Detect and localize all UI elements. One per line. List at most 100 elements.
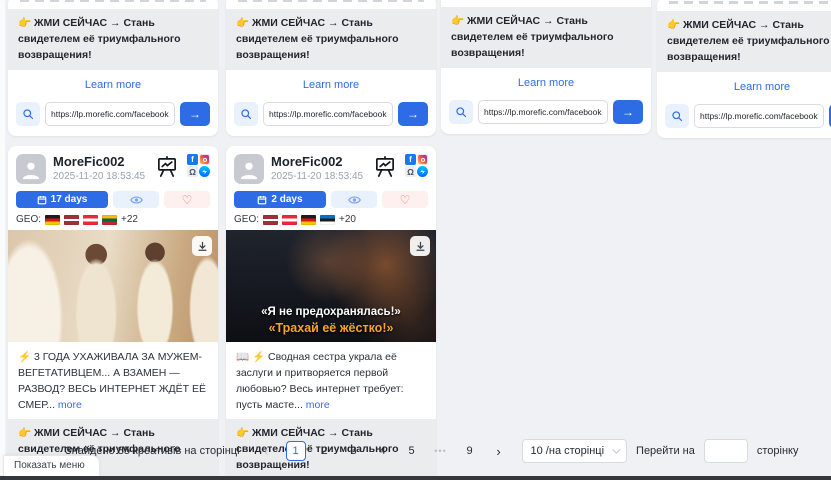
geo-label: GEO: [234,214,259,225]
column-4: 👉 ЖМИ СЕЙЧАС → Стань свидетелем её триум… [657,0,831,138]
landing-url-input[interactable] [45,102,175,126]
creative-card-partial: 👉 ЖМИ СЕЙЧАС → Стань свидетелем её триум… [657,0,831,138]
search-icon[interactable] [665,104,689,128]
column-3: ИНТЕРНЕТ ЖДЁТ ЕЁ СМЕР... more 👉 ЖМИ СЕЙЧ… [441,0,651,134]
geo-label: GEO: [16,214,41,225]
header-icons: f Ω [155,154,210,183]
search-icon[interactable] [234,102,258,126]
goto-page-input[interactable] [704,439,748,463]
page-button-9[interactable]: 9 [460,441,480,461]
flag-lithuania-icon [102,215,117,225]
creative-card: MoreFic002 2025-11-20 18:53:45 f Ω 17 da… [8,146,218,480]
days-running-button[interactable]: 2 days [234,191,326,208]
favorite-heart-button[interactable]: ♡ [382,191,428,208]
flag-austria-icon [83,215,98,225]
favorite-heart-button[interactable]: ♡ [164,191,210,208]
bottom-window-edge [0,476,831,480]
cut-text-remnant [669,1,831,4]
platform-icons: f Ω [187,154,210,177]
ad-body-text: ⚡ 3 ГОДА УХАЖИВАЛА ЗА МУЖЕМ-ВЕГЕТАТИВЦЕМ… [8,342,218,419]
facebook-icon: f [187,154,198,165]
image-captions: «Я не предохранялась!» «Трахай её жёстко… [226,305,436,337]
geo-row: GEO: +22 [8,208,218,230]
per-page-value: 10 /на сторінці [531,445,605,457]
audience-network-icon: Ω [187,166,198,177]
ad-body-text-cut: ИНТЕРНЕТ ЖДЁТ ЕЁ СМЕР... more [441,0,651,7]
learn-more-link[interactable]: Learn more [8,70,218,96]
creative-card-partial: ИНТЕРНЕТ ЖДЁТ ЕЁ СМЕР... more 👉 ЖМИ СЕЙЧ… [441,0,651,134]
per-page-select[interactable]: 10 /на сторінці [522,439,628,463]
page-button-2[interactable]: 2 [315,441,335,461]
flag-latvia-icon [64,215,79,225]
more-link[interactable]: more [306,399,330,411]
page-button-1[interactable]: 1 [286,441,306,461]
profile-name: MoreFic002 [271,154,366,170]
left-edge-strip [0,0,5,475]
page-button-5[interactable]: 5 [402,441,422,461]
days-label: 2 days [271,194,302,205]
download-image-button[interactable] [192,236,212,256]
page-button-3[interactable]: 3 [344,441,364,461]
landing-url-input[interactable] [263,102,393,126]
ad-body-text: 📖 ⚡ Сводная сестра украла её заслуги и п… [226,342,436,419]
url-row: → [657,98,831,138]
creative-card: MoreFic002 2025-11-20 18:53:45 f Ω 2 day… [226,146,436,480]
image-caption-line2: «Трахай её жёстко!» [226,320,436,337]
preview-eye-button[interactable] [331,191,377,208]
download-image-button[interactable] [410,236,430,256]
cut-text-remnant [238,0,424,2]
platform-icons: f Ω [405,154,428,177]
ad-body: ⚡ 3 ГОДА УХАЖИВАЛА ЗА МУЖЕМ-ВЕГЕТАТИВЦЕМ… [18,351,206,410]
next-page-chevron-icon[interactable]: › [489,441,509,461]
instagram-icon [417,154,428,165]
header-icons: f Ω [373,154,428,183]
ad-quote-text: 👉 ЖМИ СЕЙЧАС → Стань свидетелем её триум… [226,9,436,70]
open-url-button[interactable]: → [398,102,428,126]
creative-card-partial: 👉 ЖМИ СЕЙЧАС → Стань свидетелем её триум… [226,0,436,136]
learn-more-link[interactable]: Learn more [226,70,436,96]
avatar [16,154,46,184]
geo-more-count: +22 [121,214,138,225]
page-button-4[interactable]: 4 [373,441,393,461]
open-url-button[interactable]: → [613,100,643,124]
flag-germany-icon [45,215,60,225]
search-icon[interactable] [16,102,40,126]
open-url-button[interactable]: → [180,102,210,126]
geo-row: GEO: +20 [226,208,436,230]
card-header: MoreFic002 2025-11-20 18:53:45 f Ω [8,146,218,188]
learn-more-link[interactable]: Learn more [441,68,651,94]
column-1: 👉 ЖМИ СЕЙЧАС → Стань свидетелем её триум… [8,0,218,480]
goto-label-suffix: сторінку [757,445,799,457]
avatar [234,154,264,184]
stats-chart-icon[interactable] [373,155,397,183]
days-running-button[interactable]: 17 days [16,191,108,208]
preview-eye-button[interactable] [113,191,159,208]
card-header: MoreFic002 2025-11-20 18:53:45 f Ω [226,146,436,188]
show-menu-button[interactable]: Показать меню [3,455,100,476]
learn-more-link[interactable]: Learn more [657,72,831,98]
ad-quote-text: 👉 ЖМИ СЕЙЧАС → Стань свидетелем её триум… [657,11,831,72]
flag-germany-icon [301,215,316,225]
column-2: 👉 ЖМИ СЕЙЧАС → Стань свидетелем её триум… [226,0,436,480]
creative-image: «Я не предохранялась!» «Трахай её жёстко… [226,230,436,342]
url-row: → [8,96,218,136]
url-row: → [226,96,436,136]
prev-page-chevron-icon[interactable]: ‹ [257,441,277,461]
more-link[interactable]: more [58,399,82,411]
audience-network-icon: Ω [405,166,416,177]
creative-date: 2025-11-20 18:53:45 [271,171,366,182]
instagram-icon [199,154,210,165]
ellipsis-pages-icon[interactable]: ••• [431,441,451,461]
profile-name: MoreFic002 [53,154,148,170]
days-label: 17 days [51,194,88,205]
card-actions: 17 days ♡ [8,188,218,208]
search-icon[interactable] [449,100,473,124]
geo-more-count: +20 [339,214,356,225]
flag-latvia-icon [263,215,278,225]
flag-austria-icon [282,215,297,225]
landing-url-input[interactable] [478,100,608,124]
landing-url-input[interactable] [694,104,824,128]
creative-date: 2025-11-20 18:53:45 [53,171,148,182]
stats-chart-icon[interactable] [155,155,179,183]
facebook-icon: f [405,154,416,165]
